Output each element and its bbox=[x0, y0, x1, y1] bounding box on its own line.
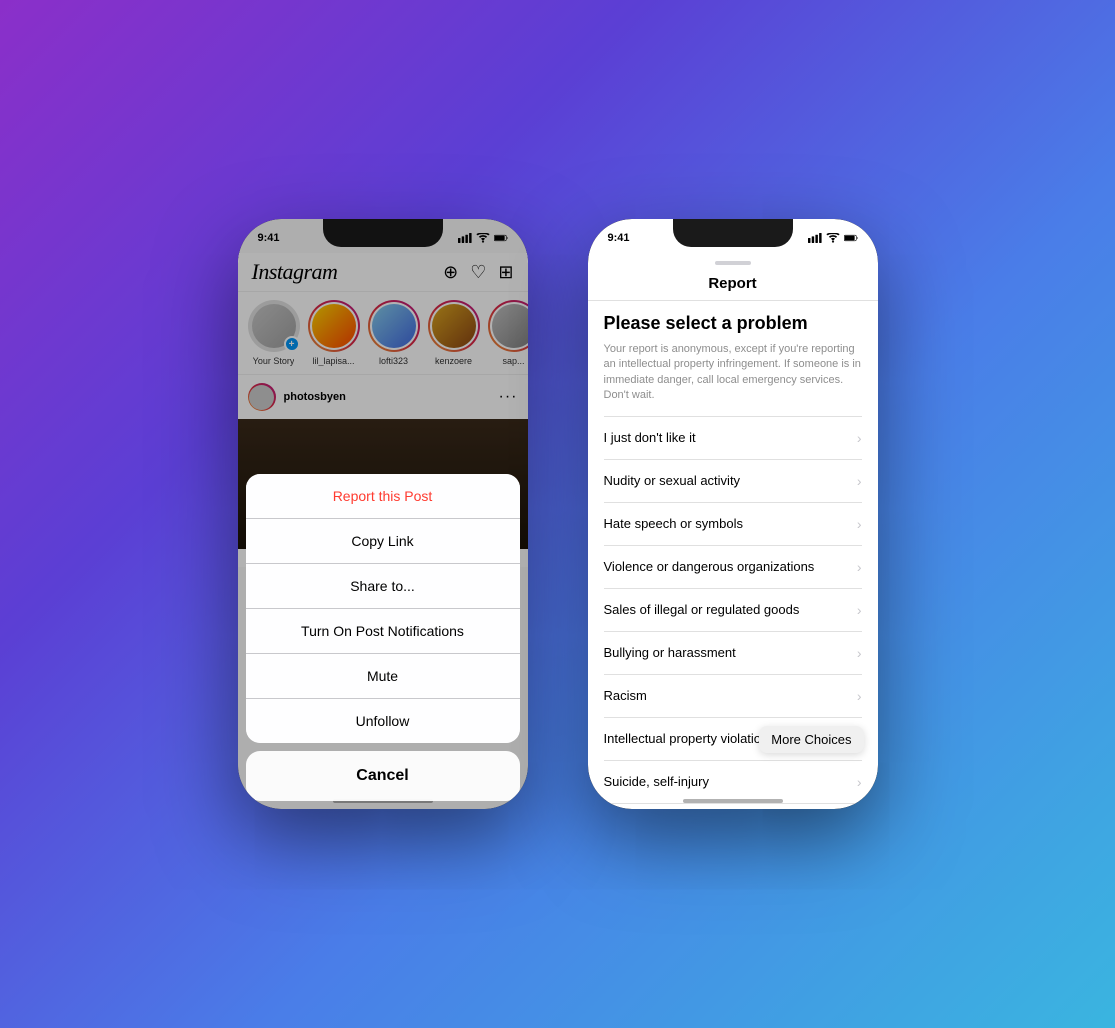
chevron-5: › bbox=[857, 645, 862, 661]
option-1[interactable]: Nudity or sexual activity › bbox=[604, 460, 862, 503]
report-title: Report bbox=[588, 265, 878, 301]
option-6[interactable]: Racism › bbox=[604, 675, 862, 718]
option-text-2: Hate speech or symbols bbox=[604, 516, 743, 531]
option-text-7: Intellectual property violation bbox=[604, 731, 769, 746]
option-0[interactable]: I just don't like it › bbox=[604, 417, 862, 460]
home-indicator-right bbox=[683, 799, 783, 803]
option-text-0: I just don't like it bbox=[604, 430, 696, 445]
action-sheet: Report this Post Copy Link Share to... T… bbox=[238, 474, 528, 809]
option-text-1: Nudity or sexual activity bbox=[604, 473, 741, 488]
option-text-6: Racism bbox=[604, 688, 647, 703]
action-sheet-main: Report this Post Copy Link Share to... T… bbox=[246, 474, 520, 743]
battery-icon-r bbox=[844, 233, 858, 243]
notifications-action[interactable]: Turn On Post Notifications bbox=[246, 609, 520, 654]
left-screen: 9:41 Instagram ⊕ ♡ ⊞ + Your S bbox=[238, 219, 528, 809]
option-text-8: Suicide, self-injury bbox=[604, 774, 710, 789]
option-4[interactable]: Sales of illegal or regulated goods › bbox=[604, 589, 862, 632]
chevron-3: › bbox=[857, 559, 862, 575]
right-screen: 9:41 Report Please select a problem Your… bbox=[588, 219, 878, 809]
chevron-6: › bbox=[857, 688, 862, 704]
signal-icon-r bbox=[808, 233, 822, 243]
option-2[interactable]: Hate speech or symbols › bbox=[604, 503, 862, 546]
cancel-button[interactable]: Cancel bbox=[246, 751, 520, 801]
report-post-action[interactable]: Report this Post bbox=[246, 474, 520, 519]
status-time-right: 9:41 bbox=[608, 232, 630, 244]
right-phone: 9:41 Report Please select a problem Your… bbox=[588, 219, 878, 809]
chevron-1: › bbox=[857, 473, 862, 489]
chevron-2: › bbox=[857, 516, 862, 532]
notch-right bbox=[673, 219, 793, 247]
option-5[interactable]: Bullying or harassment › bbox=[604, 632, 862, 675]
sheet-handle bbox=[588, 253, 878, 265]
unfollow-action[interactable]: Unfollow bbox=[246, 699, 520, 743]
wifi-icon-r bbox=[826, 233, 840, 243]
report-heading: Please select a problem bbox=[604, 313, 862, 334]
option-text-4: Sales of illegal or regulated goods bbox=[604, 602, 800, 617]
option-3[interactable]: Violence or dangerous organizations › bbox=[604, 546, 862, 589]
copy-link-action[interactable]: Copy Link bbox=[246, 519, 520, 564]
status-icons-right bbox=[808, 233, 858, 243]
option-9[interactable]: Eating disorders › bbox=[604, 804, 862, 809]
chevron-8: › bbox=[857, 774, 862, 790]
chevron-0: › bbox=[857, 430, 862, 446]
option-text-5: Bullying or harassment bbox=[604, 645, 736, 660]
mute-action[interactable]: Mute bbox=[246, 654, 520, 699]
share-to-action[interactable]: Share to... bbox=[246, 564, 520, 609]
more-choices-badge[interactable]: More Choices bbox=[759, 726, 863, 753]
option-text-3: Violence or dangerous organizations bbox=[604, 559, 815, 574]
chevron-4: › bbox=[857, 602, 862, 618]
option-8[interactable]: Suicide, self-injury › bbox=[604, 761, 862, 804]
report-description: Your report is anonymous, except if you'… bbox=[604, 342, 862, 404]
handle-bar bbox=[715, 261, 751, 265]
left-phone: 9:41 Instagram ⊕ ♡ ⊞ + Your S bbox=[238, 219, 528, 809]
